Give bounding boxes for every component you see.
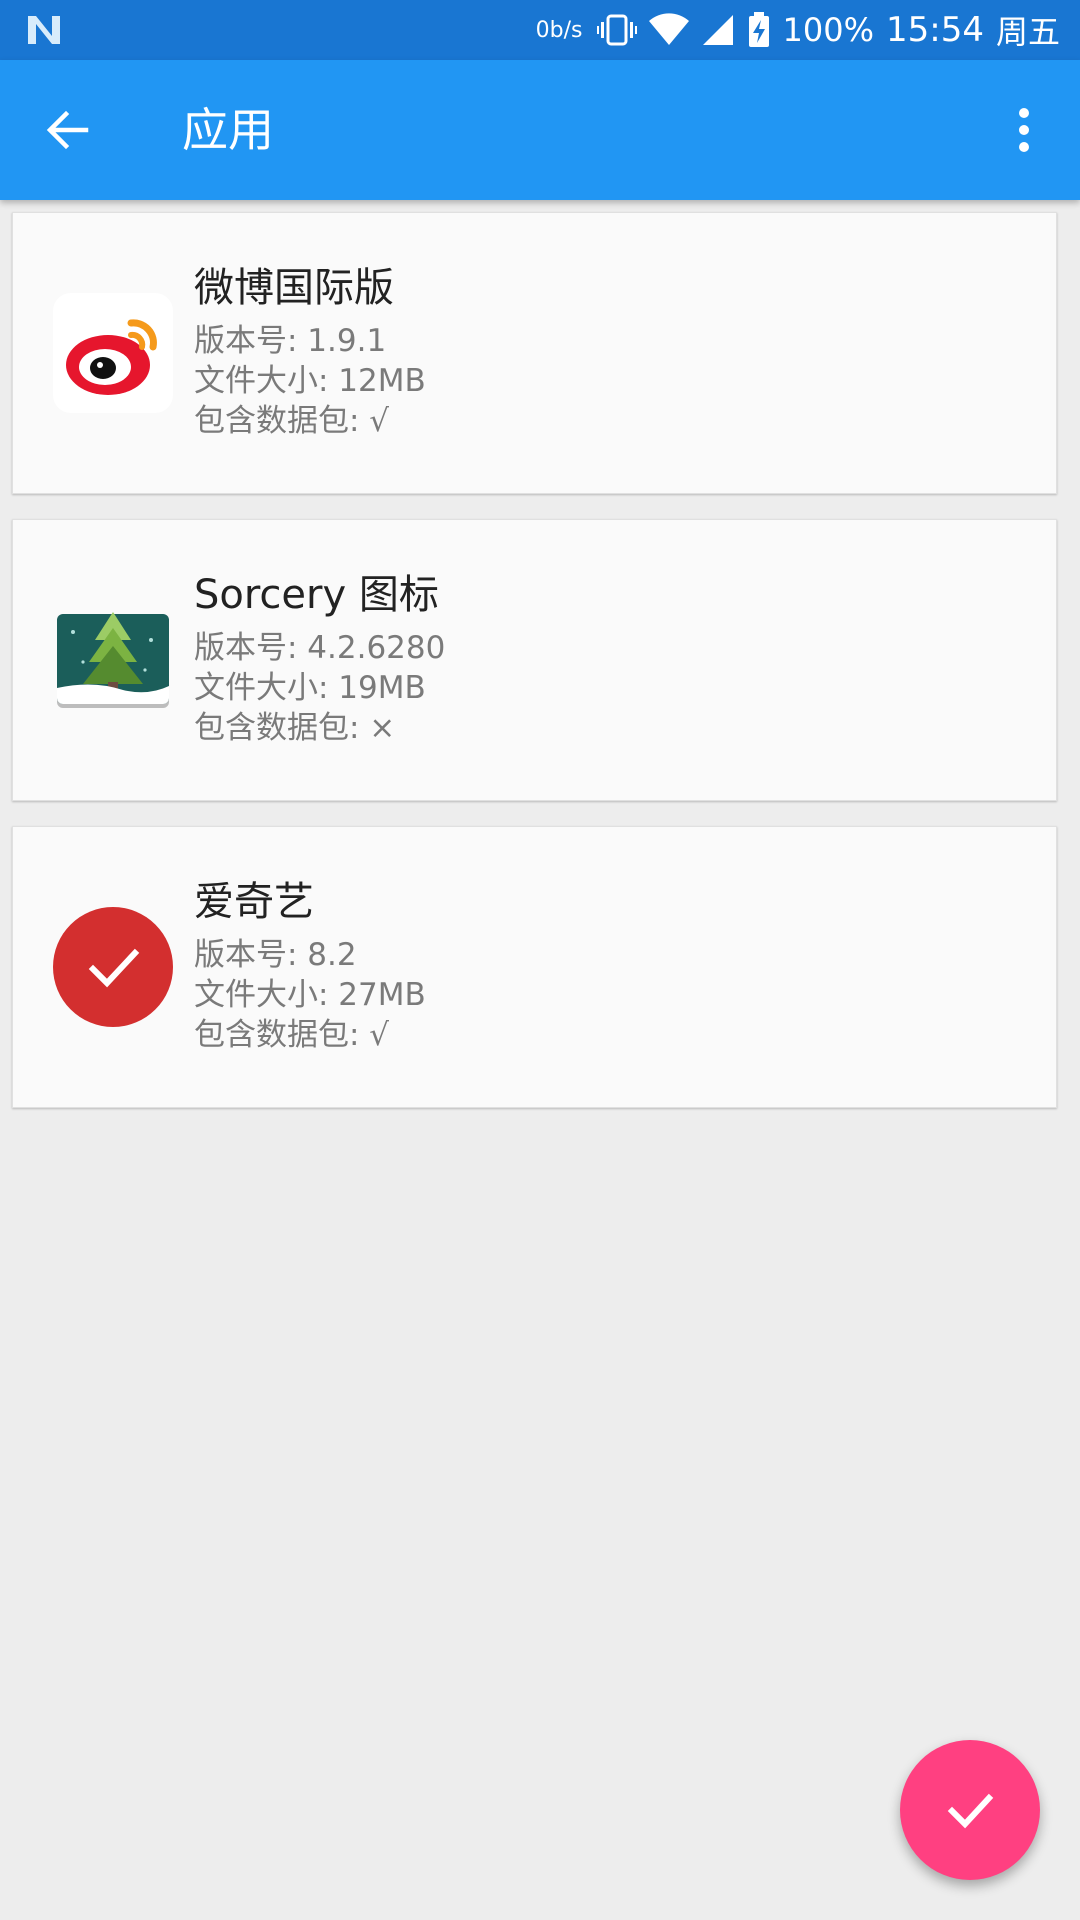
selected-check-icon xyxy=(53,907,173,1027)
app-size: 文件大小: 12MB xyxy=(194,363,426,399)
back-button[interactable] xyxy=(36,98,100,162)
clock: 15:54 xyxy=(886,10,984,50)
app-data-pack: 包含数据包: × xyxy=(194,710,396,746)
status-bar: 0b/s 100% 15:54 周五 xyxy=(0,0,1080,60)
app-card-sorcery[interactable]: Sorcery 图标 版本号: 4.2.6280 文件大小: 19MB 包含数据… xyxy=(12,519,1057,801)
arrow-left-icon xyxy=(46,110,89,150)
check-icon xyxy=(947,1793,994,1829)
vibrate-icon xyxy=(596,14,637,46)
app-card-iqiyi[interactable]: 爱奇艺 版本号: 8.2 文件大小: 27MB 包含数据包: √ xyxy=(12,826,1057,1108)
app-version: 版本号: 4.2.6280 xyxy=(194,630,446,666)
page-title: 应用 xyxy=(182,103,274,157)
app-version: 版本号: 8.2 xyxy=(194,937,357,973)
more-options-button[interactable] xyxy=(992,98,1056,162)
app-name: Sorcery 图标 xyxy=(194,572,439,618)
app-name: 微博国际版 xyxy=(194,265,394,311)
net-speed: 0b/s xyxy=(535,17,583,43)
weibo-icon xyxy=(53,293,173,413)
app-size: 文件大小: 19MB xyxy=(194,670,426,706)
app-size: 文件大小: 27MB xyxy=(194,977,426,1013)
cell-signal-icon xyxy=(702,15,733,45)
pine-tree-icon xyxy=(57,612,169,708)
app-name: 爱奇艺 xyxy=(194,879,314,925)
app-bar: 应用 xyxy=(0,60,1080,200)
wifi-icon xyxy=(648,13,689,45)
weekday: 周五 xyxy=(995,13,1060,51)
app-version: 版本号: 1.9.1 xyxy=(194,323,387,359)
app-card-weibo[interactable]: 微博国际版 版本号: 1.9.1 文件大小: 12MB 包含数据包: √ xyxy=(12,212,1057,494)
app-data-pack: 包含数据包: √ xyxy=(194,403,390,439)
battery-level: 100% xyxy=(782,11,874,49)
confirm-fab-button[interactable] xyxy=(900,1740,1040,1880)
app-data-pack: 包含数据包: √ xyxy=(194,1017,390,1053)
nougat-n-icon xyxy=(28,16,60,44)
battery-charging-icon xyxy=(748,12,769,47)
more-vertical-icon xyxy=(1019,108,1029,152)
